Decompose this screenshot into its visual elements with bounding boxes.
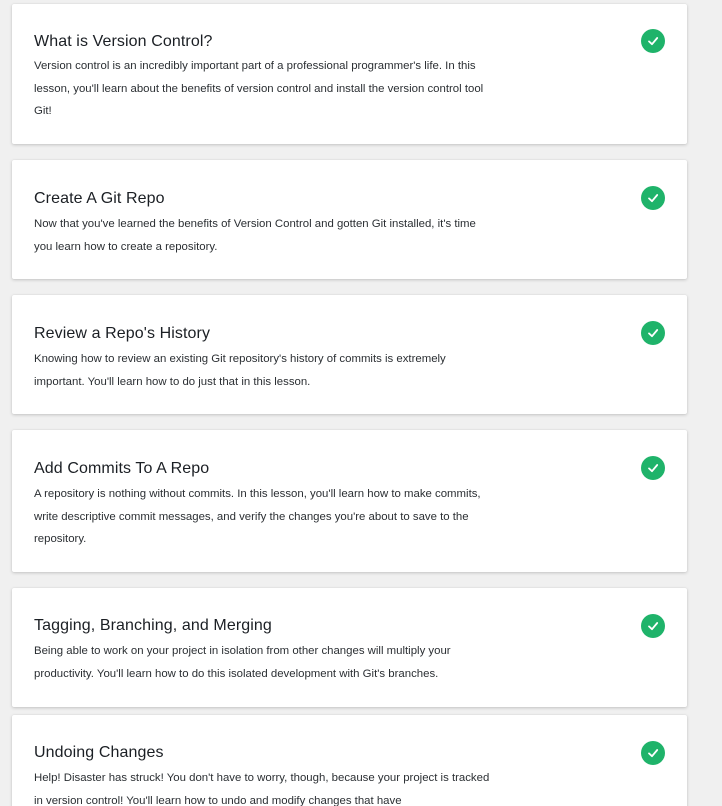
checkmark-circle-icon bbox=[641, 321, 665, 345]
lesson-card-what-is-version-control[interactable]: What is Version Control? Version control… bbox=[12, 4, 687, 144]
lesson-card-undoing-changes[interactable]: Undoing Changes Help! Disaster has struc… bbox=[12, 715, 687, 806]
lesson-description: Knowing how to review an existing Git re… bbox=[34, 353, 446, 388]
lesson-title: What is Version Control? bbox=[34, 33, 213, 50]
lesson-description: Help! Disaster has struck! You don't hav… bbox=[34, 772, 490, 806]
lesson-card-create-a-git-repo[interactable]: Create A Git Repo Now that you've learne… bbox=[12, 160, 687, 279]
checkmark-circle-icon bbox=[641, 29, 665, 53]
lesson-title: Tagging, Branching, and Merging bbox=[34, 617, 272, 634]
lesson-card-tagging-branching-merging[interactable]: Tagging, Branching, and Merging Being ab… bbox=[12, 588, 687, 707]
lesson-list: What is Version Control? Version control… bbox=[0, 0, 722, 806]
checkmark-circle-icon bbox=[641, 741, 665, 765]
lesson-description: Now that you've learned the benefits of … bbox=[34, 218, 476, 253]
lesson-card-review-a-repos-history[interactable]: Review a Repo's History Knowing how to r… bbox=[12, 295, 687, 414]
checkmark-circle-icon bbox=[641, 186, 665, 210]
lesson-description: A repository is nothing without commits.… bbox=[34, 488, 481, 545]
lesson-description: Being able to work on your project in is… bbox=[34, 645, 451, 680]
checkmark-circle-icon bbox=[641, 456, 665, 480]
lesson-description: Version control is an incredibly importa… bbox=[34, 60, 484, 117]
lesson-title: Review a Repo's History bbox=[34, 325, 211, 342]
checkmark-circle-icon bbox=[641, 614, 665, 638]
lesson-card-add-commits-to-a-repo[interactable]: Add Commits To A Repo A repository is no… bbox=[12, 430, 687, 572]
lesson-title: Undoing Changes bbox=[34, 744, 164, 761]
lesson-title: Create A Git Repo bbox=[34, 190, 165, 207]
lesson-title: Add Commits To A Repo bbox=[34, 460, 210, 477]
